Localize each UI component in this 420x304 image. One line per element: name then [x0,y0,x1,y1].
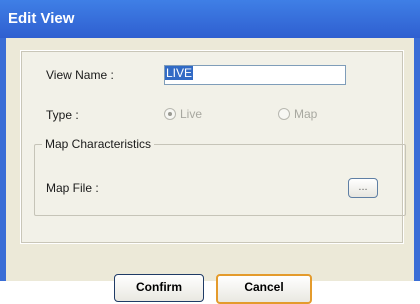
view-name-value: LIVE [165,66,194,80]
dialog-title: Edit View [8,10,75,27]
dialog-body: View Name : LIVE Type : Live Map Map Cha… [6,38,414,304]
map-characteristics-title: Map Characteristics [42,137,155,151]
confirm-button[interactable]: Confirm [114,274,204,302]
title-bar[interactable]: Edit View [0,0,420,38]
edit-view-dialog: Edit View View Name : LIVE Type : Live M… [0,0,420,304]
type-radio-live[interactable]: Live [164,107,202,121]
type-label: Type : [46,108,79,122]
type-radio-map[interactable]: Map [278,107,317,121]
type-option-live: Live [180,107,203,121]
browse-button[interactable]: ... [348,178,378,198]
map-file-label: Map File : [46,181,99,195]
radio-dot-icon [278,108,290,120]
view-name-input[interactable]: LIVE [164,65,346,85]
cancel-button[interactable]: Cancel [216,274,312,304]
type-option-map: Map [294,107,318,121]
radio-dot-icon [164,108,176,120]
view-name-label: View Name : [46,68,114,82]
